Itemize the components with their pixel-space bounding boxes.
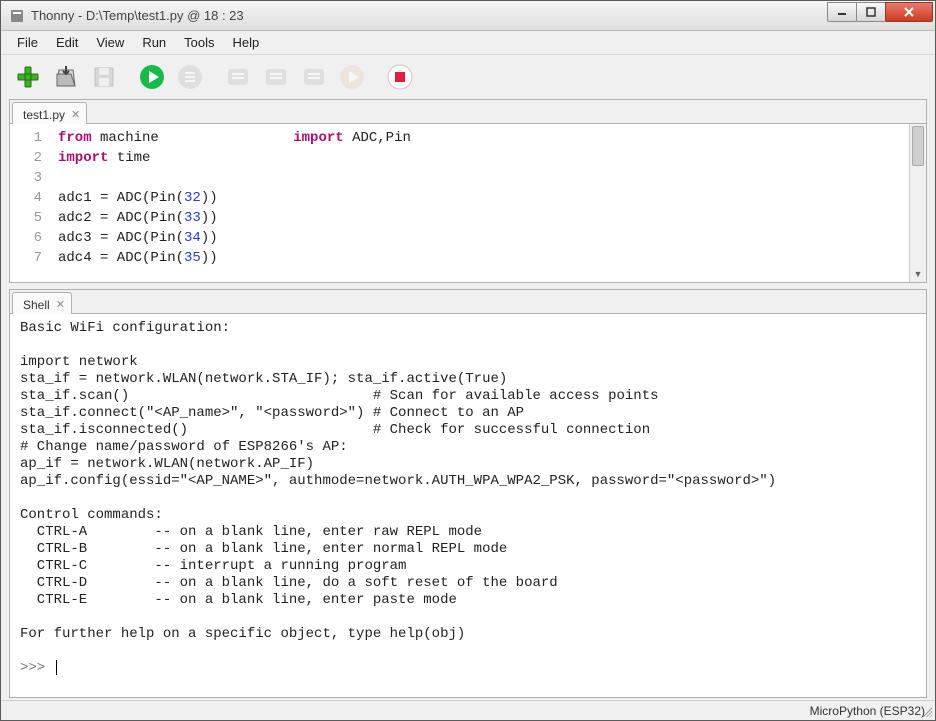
statusbar: MicroPython (ESP32) bbox=[1, 700, 935, 720]
maximize-button[interactable] bbox=[856, 2, 886, 22]
line-number: 3 bbox=[10, 168, 42, 188]
shell-output[interactable]: Basic WiFi configuration: import network… bbox=[10, 314, 926, 697]
line-number: 7 bbox=[10, 248, 42, 268]
close-button[interactable] bbox=[885, 2, 933, 22]
save-file-button[interactable] bbox=[87, 60, 121, 94]
open-file-button[interactable] bbox=[49, 60, 83, 94]
editor-tab[interactable]: test1.py ✕ bbox=[12, 102, 87, 124]
editor-panel: test1.py ✕ 1 2 3 4 5 6 7 from machine im… bbox=[9, 99, 927, 283]
resume-icon bbox=[339, 64, 365, 90]
debug-button[interactable] bbox=[173, 60, 207, 94]
app-window: Thonny - D:\Temp\test1.py @ 18 : 23 File… bbox=[0, 0, 936, 721]
stop-button[interactable] bbox=[383, 60, 417, 94]
menu-tools[interactable]: Tools bbox=[176, 33, 222, 52]
line-number: 5 bbox=[10, 208, 42, 228]
close-icon[interactable]: ✕ bbox=[56, 298, 65, 311]
window-title: Thonny - D:\Temp\test1.py @ 18 : 23 bbox=[31, 8, 828, 23]
minimize-button[interactable] bbox=[827, 2, 857, 22]
open-icon bbox=[53, 64, 79, 90]
toolbar bbox=[1, 55, 935, 99]
menu-run[interactable]: Run bbox=[134, 33, 174, 52]
menu-file[interactable]: File bbox=[9, 33, 46, 52]
menu-edit[interactable]: Edit bbox=[48, 33, 86, 52]
step-out-button[interactable] bbox=[297, 60, 331, 94]
shell-tab[interactable]: Shell ✕ bbox=[12, 292, 72, 314]
shell-text: Basic WiFi configuration: import network… bbox=[20, 320, 776, 642]
stop-icon bbox=[387, 64, 413, 90]
step-list-icon bbox=[177, 64, 203, 90]
app-icon bbox=[9, 8, 25, 24]
line-number: 2 bbox=[10, 148, 42, 168]
close-icon[interactable]: ✕ bbox=[71, 108, 80, 121]
editor-tabstrip: test1.py ✕ bbox=[10, 100, 926, 124]
run-button[interactable] bbox=[135, 60, 169, 94]
shell-panel: Shell ✕ Basic WiFi configuration: import… bbox=[9, 289, 927, 698]
step-over-button[interactable] bbox=[221, 60, 255, 94]
step-into-button[interactable] bbox=[259, 60, 293, 94]
editor-body: 1 2 3 4 5 6 7 from machine import ADC,Pi… bbox=[10, 124, 926, 282]
menu-help[interactable]: Help bbox=[225, 33, 268, 52]
shell-prompt: >>> bbox=[20, 660, 54, 676]
scroll-thumb[interactable] bbox=[912, 126, 924, 166]
menubar: File Edit View Run Tools Help bbox=[1, 31, 935, 55]
new-file-button[interactable] bbox=[11, 60, 45, 94]
resize-grip[interactable] bbox=[920, 705, 932, 717]
line-gutter: 1 2 3 4 5 6 7 bbox=[10, 124, 52, 282]
menu-view[interactable]: View bbox=[88, 33, 132, 52]
window-controls bbox=[828, 2, 933, 24]
line-number: 4 bbox=[10, 188, 42, 208]
line-number: 1 bbox=[10, 128, 42, 148]
resume-button[interactable] bbox=[335, 60, 369, 94]
editor-scrollbar[interactable]: ▲ ▼ bbox=[909, 124, 926, 282]
plus-icon bbox=[15, 64, 41, 90]
scroll-down-icon[interactable]: ▼ bbox=[910, 266, 926, 282]
line-number: 6 bbox=[10, 228, 42, 248]
titlebar[interactable]: Thonny - D:\Temp\test1.py @ 18 : 23 bbox=[1, 1, 935, 31]
step-over-icon bbox=[225, 64, 251, 90]
shell-tab-label: Shell bbox=[23, 298, 50, 312]
code-editor[interactable]: from machine import ADC,Pin import time … bbox=[52, 124, 909, 282]
cursor bbox=[56, 660, 57, 675]
step-into-icon bbox=[263, 64, 289, 90]
step-out-icon bbox=[301, 64, 327, 90]
editor-tab-label: test1.py bbox=[23, 108, 65, 122]
shell-tabstrip: Shell ✕ bbox=[10, 290, 926, 314]
save-icon bbox=[91, 64, 117, 90]
content-area: test1.py ✕ 1 2 3 4 5 6 7 from machine im… bbox=[1, 99, 935, 700]
play-icon bbox=[139, 64, 165, 90]
backend-label[interactable]: MicroPython (ESP32) bbox=[810, 704, 925, 718]
